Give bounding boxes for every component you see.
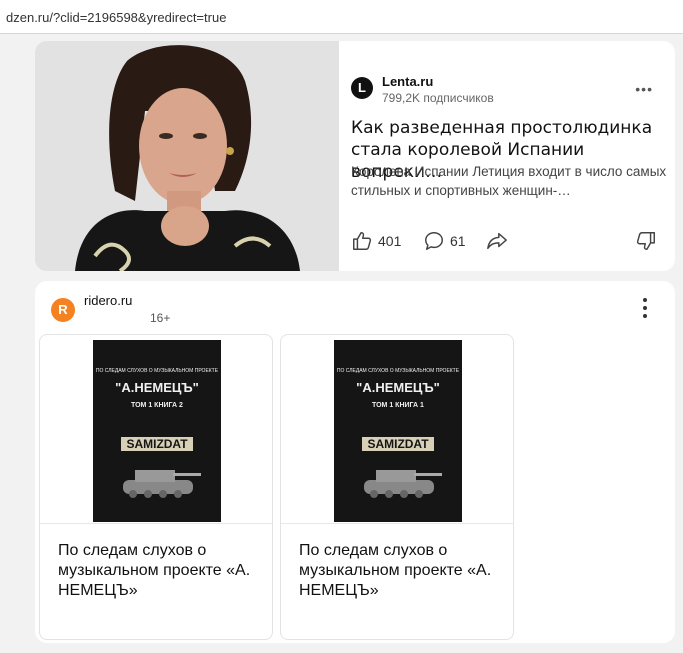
ridero-logo-icon[interactable]: R bbox=[51, 298, 75, 322]
article-photo[interactable] bbox=[35, 41, 339, 271]
book-title[interactable]: По следам слухов о музыкальном проекте «… bbox=[58, 541, 258, 601]
source-name[interactable]: Lenta.ru bbox=[382, 74, 433, 89]
share-button[interactable] bbox=[485, 230, 509, 252]
book-title[interactable]: По следам слухов о музыкальном проекте «… bbox=[299, 541, 499, 601]
source-name[interactable]: ridero.ru bbox=[84, 293, 132, 308]
book-cover[interactable]: ПО СЛЕДАМ СЛУХОВ О МУЗЫКАЛЬНОМ ПРОЕКТЕ "… bbox=[93, 340, 221, 522]
thumbs-up-icon bbox=[353, 232, 372, 250]
cover-brand: SAMIZDAT bbox=[121, 437, 193, 451]
lenta-logo-icon[interactable]: L bbox=[351, 77, 373, 99]
article-description[interactable]: Королева Испании Летиция входит в число … bbox=[351, 162, 667, 200]
cover-volume: ТОМ 1 КНИГА 1 bbox=[372, 402, 424, 409]
tank-illustration bbox=[364, 470, 442, 498]
url-text[interactable]: dzen.ru/?clid=2196598&yredirect=true bbox=[6, 10, 226, 25]
share-icon bbox=[487, 232, 507, 250]
cover-volume: ТОМ 1 КНИГА 2 bbox=[131, 402, 183, 409]
more-options-icon[interactable] bbox=[643, 298, 647, 322]
book-cover[interactable]: ПО СЛЕДАМ СЛУХОВ О МУЗЫКАЛЬНОМ ПРОЕКТЕ "… bbox=[334, 340, 462, 522]
more-options-icon[interactable]: ••• bbox=[635, 81, 653, 97]
comment-count: 61 bbox=[450, 233, 466, 249]
cover-name: "А.НЕМЕЦЪ" bbox=[115, 380, 199, 395]
like-count: 401 bbox=[378, 233, 402, 249]
cover-brand: SAMIZDAT bbox=[362, 437, 434, 451]
cover-name: "А.НЕМЕЦЪ" bbox=[356, 380, 440, 395]
ad-card-ridero[interactable]: R ridero.ru 16+ ПО СЛЕДАМ СЛУХОВ О МУЗЫК… bbox=[35, 281, 675, 643]
address-bar[interactable]: dzen.ru/?clid=2196598&yredirect=true bbox=[0, 0, 683, 34]
news-card-lenta[interactable]: L Lenta.ru 799,2K подписчиков ••• Как ра… bbox=[35, 41, 675, 271]
book-card[interactable]: ПО СЛЕДАМ СЛУХОВ О МУЗЫКАЛЬНОМ ПРОЕКТЕ "… bbox=[280, 334, 514, 640]
tank-illustration bbox=[123, 470, 201, 498]
cover-subtitle: ПО СЛЕДАМ СЛУХОВ О МУЗЫКАЛЬНОМ ПРОЕКТЕ bbox=[336, 368, 460, 374]
cover-subtitle: ПО СЛЕДАМ СЛУХОВ О МУЗЫКАЛЬНОМ ПРОЕКТЕ bbox=[95, 368, 219, 374]
comment-button[interactable]: 61 bbox=[423, 230, 466, 252]
like-button[interactable]: 401 bbox=[351, 230, 401, 252]
age-rating: 16+ bbox=[150, 311, 171, 325]
thumbs-down-icon bbox=[636, 232, 655, 250]
subscriber-count: 799,2K подписчиков bbox=[382, 91, 494, 105]
book-card[interactable]: ПО СЛЕДАМ СЛУХОВ О МУЗЫКАЛЬНОМ ПРОЕКТЕ "… bbox=[39, 334, 273, 640]
dislike-button[interactable] bbox=[635, 230, 657, 257]
comment-icon bbox=[425, 232, 443, 250]
